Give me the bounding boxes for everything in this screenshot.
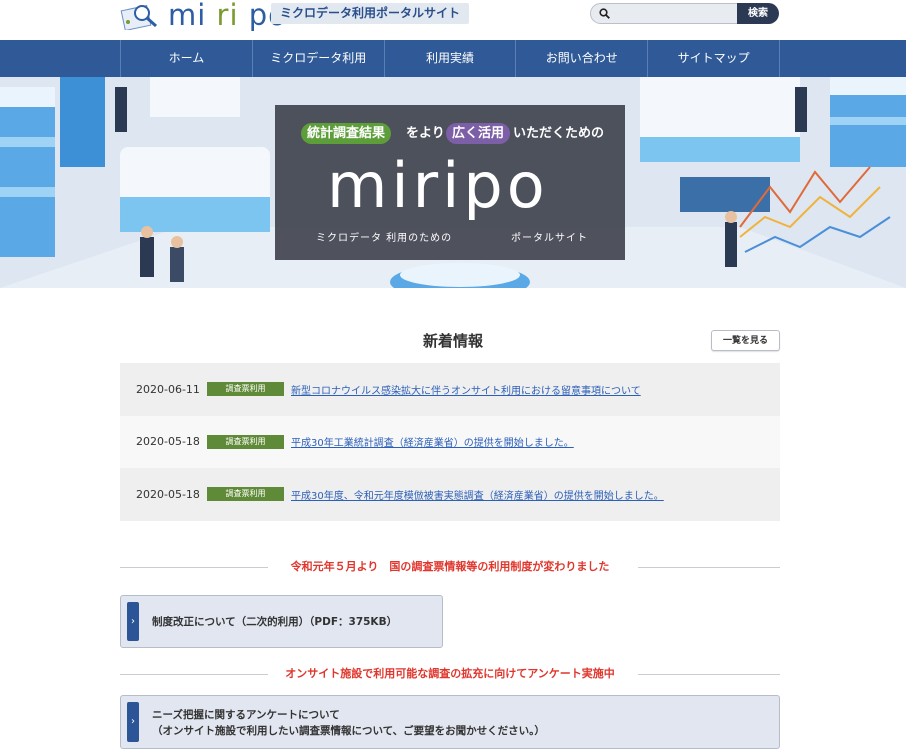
system-change-heading-text: 令和元年５月より 国の調査票情報等の利用制度が変わりました <box>290 560 610 573</box>
news-row: 2020-06-11 調査票利用 新型コロナウイルス感染拡大に伴うオンサイト利用… <box>120 363 780 416</box>
news-row: 2020-05-18 調査票利用 平成30年度、令和元年度模倣被害実態調査（経済… <box>120 468 780 521</box>
hero-text-itadaku: いただくための <box>513 126 605 141</box>
news-date: 2020-05-18 <box>136 435 200 449</box>
system-revision-link-label: 制度改正について（二次的利用）（PDF：375KB） <box>152 616 398 628</box>
nav-item-results[interactable]: 利用実績 <box>385 40 517 77</box>
site-header: mi ri po ミクロデータ利用ポータルサイト 検索 <box>0 0 906 40</box>
search-input[interactable] <box>590 3 738 24</box>
site-tagline: ミクロデータ利用ポータルサイト <box>271 3 470 24</box>
hero-banner: 統計調査結果 をより 広く活用 いただくための miripo ミクロデータ 利用… <box>0 77 906 288</box>
news-badge: 調査票利用 <box>207 382 284 397</box>
logo-part-ri: ri <box>216 0 239 32</box>
news-badge: 調査票利用 <box>207 487 284 502</box>
nav-item-microdata[interactable]: ミクロデータ利用 <box>253 40 385 77</box>
nav-item-sitemap[interactable]: サイトマップ <box>648 40 780 77</box>
hero-tag-results: 統計調査結果 <box>301 123 392 144</box>
chevron-right-icon: › <box>127 602 139 641</box>
search-icon <box>599 8 610 19</box>
hero-brand: miripo <box>327 149 549 222</box>
news-link[interactable]: 平成30年度、令和元年度模倣被害実態調査（経済産業省）の提供を開始しました。 <box>291 487 664 502</box>
news-row: 2020-05-18 調査票利用 平成30年工業統計調査（経済産業省）の提供を開… <box>120 415 780 468</box>
needs-survey-link[interactable]: › ニーズ把握に関するアンケートについて （オンサイト施設で利用したい調査票情報… <box>120 695 780 749</box>
global-nav: ホーム ミクロデータ利用 利用実績 お問い合わせ サイトマップ <box>0 40 906 77</box>
hero-text-yori: をより <box>406 126 445 141</box>
needs-survey-link-label: ニーズ把握に関するアンケートについて <box>152 709 340 721</box>
survey-heading-text: オンサイト施設で利用可能な調査の拡充に向けてアンケート実施中 <box>285 667 615 680</box>
search-button[interactable]: 検索 <box>737 3 779 24</box>
news-link[interactable]: 新型コロナウイルス感染拡大に伴うオンサイト利用における留意事項について <box>291 382 641 397</box>
news-link[interactable]: 平成30年工業統計調査（経済産業省）の提供を開始しました。 <box>291 434 574 449</box>
hero-title-box: 統計調査結果 をより 広く活用 いただくための miripo ミクロデータ 利用… <box>275 105 625 260</box>
view-all-button[interactable]: 一覧を見る <box>711 330 780 351</box>
needs-survey-link-sublabel: （オンサイト施設で利用したい調査票情報について、ご要望をお聞かせください。） <box>152 725 545 737</box>
site-logo[interactable]: mi ri po <box>168 0 287 32</box>
news-date: 2020-06-11 <box>136 382 200 396</box>
news-date: 2020-05-18 <box>136 487 200 501</box>
system-change-heading: 令和元年５月より 国の調査票情報等の利用制度が変わりました <box>120 558 780 576</box>
hero-tag-use: 広く活用 <box>446 123 511 144</box>
magnifier-logo-icon <box>120 4 157 30</box>
news-list: 2020-06-11 調査票利用 新型コロナウイルス感染拡大に伴うオンサイト利用… <box>120 363 780 521</box>
hero-sub-right: ポータルサイト <box>511 233 588 244</box>
chevron-right-icon: › <box>127 702 139 742</box>
nav-items: ホーム ミクロデータ利用 利用実績 お問い合わせ サイトマップ <box>120 40 780 77</box>
nav-item-contact[interactable]: お問い合わせ <box>516 40 649 77</box>
nav-item-home[interactable]: ホーム <box>121 40 253 77</box>
survey-heading: オンサイト施設で利用可能な調査の拡充に向けてアンケート実施中 <box>120 665 780 683</box>
system-revision-link[interactable]: › 制度改正について（二次的利用）（PDF：375KB） <box>120 595 443 648</box>
logo-part-mi: mi <box>168 0 207 32</box>
hero-sub-left: ミクロデータ 利用のための <box>316 233 453 244</box>
news-badge: 調査票利用 <box>207 434 284 449</box>
